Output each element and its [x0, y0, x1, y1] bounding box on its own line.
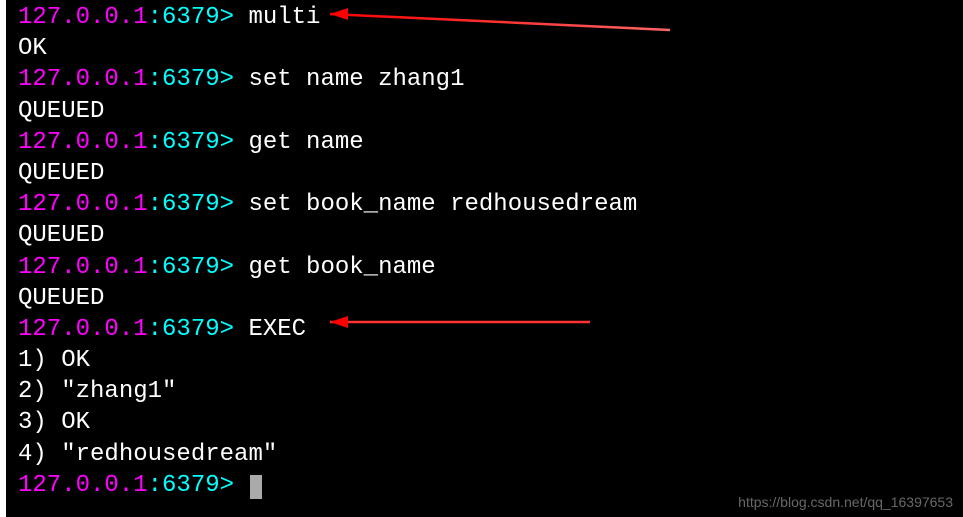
command-text: set book_name redhousedream — [234, 191, 637, 218]
terminal-command-line: 127.0.0.1:6379> set book_name redhousedr… — [18, 189, 963, 220]
command-text — [234, 472, 248, 499]
terminal-command-line: 127.0.0.1:6379> get book_name — [18, 252, 963, 283]
watermark: https://blog.csdn.net/qq_16397653 — [738, 493, 953, 511]
prompt-port: :6379> — [148, 316, 234, 343]
cursor — [250, 475, 262, 499]
command-text: get book_name — [234, 254, 436, 281]
command-text: set name zhang1 — [234, 66, 464, 93]
prompt-port: :6379> — [148, 254, 234, 281]
prompt-port: :6379> — [148, 66, 234, 93]
prompt-port: :6379> — [148, 129, 234, 156]
prompt-ip: 127.0.0.1 — [18, 129, 148, 156]
terminal-output-line: QUEUED — [18, 220, 963, 251]
prompt-ip: 127.0.0.1 — [18, 66, 148, 93]
prompt-ip: 127.0.0.1 — [18, 4, 148, 31]
command-text: multi — [234, 4, 320, 31]
prompt-port: :6379> — [148, 4, 234, 31]
prompt-ip: 127.0.0.1 — [18, 254, 148, 281]
terminal-output-line: OK — [18, 33, 963, 64]
prompt-ip: 127.0.0.1 — [18, 472, 148, 499]
terminal-output-line: QUEUED — [18, 283, 963, 314]
prompt-ip: 127.0.0.1 — [18, 191, 148, 218]
terminal-output[interactable]: 127.0.0.1:6379> multiOK127.0.0.1:6379> s… — [18, 2, 963, 501]
command-text: get name — [234, 129, 364, 156]
terminal-output-line: QUEUED — [18, 96, 963, 127]
terminal-output-line: 2) "zhang1" — [18, 376, 963, 407]
terminal-output-line: QUEUED — [18, 158, 963, 189]
terminal-command-line: 127.0.0.1:6379> EXEC — [18, 314, 963, 345]
terminal-command-line: 127.0.0.1:6379> set name zhang1 — [18, 64, 963, 95]
terminal-command-line: 127.0.0.1:6379> multi — [18, 2, 963, 33]
terminal-output-line: 4) "redhousedream" — [18, 439, 963, 470]
terminal-output-line: 3) OK — [18, 407, 963, 438]
prompt-port: :6379> — [148, 472, 234, 499]
terminal-command-line: 127.0.0.1:6379> get name — [18, 127, 963, 158]
command-text: EXEC — [234, 316, 306, 343]
prompt-ip: 127.0.0.1 — [18, 316, 148, 343]
prompt-port: :6379> — [148, 191, 234, 218]
terminal-output-line: 1) OK — [18, 345, 963, 376]
window-edge — [0, 0, 6, 517]
